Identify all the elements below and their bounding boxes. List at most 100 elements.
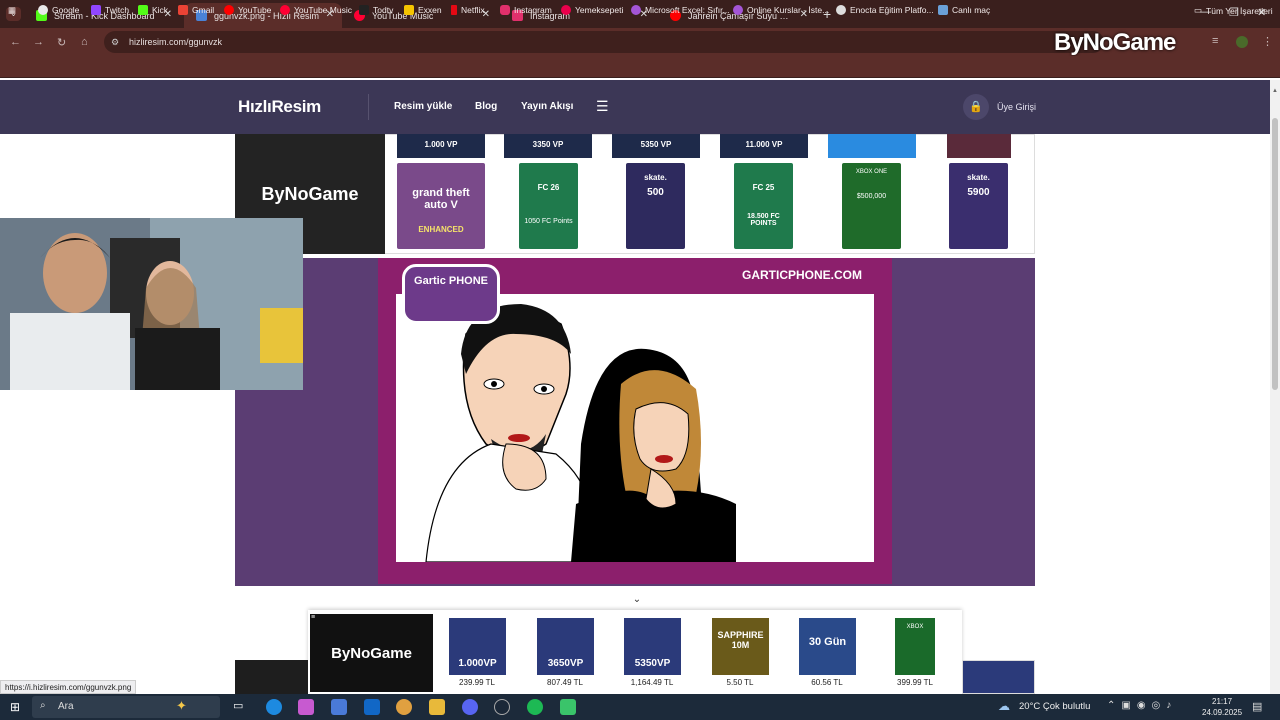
lock-icon[interactable]: 🔒: [963, 94, 989, 120]
gartic-watermark: GARTICPHONE.COM: [742, 268, 862, 282]
gmail-icon: [178, 5, 188, 15]
file-explorer-icon[interactable]: [429, 699, 445, 715]
bookmark-enocta[interactable]: Enocta Eğitim Platfo...: [836, 5, 934, 15]
bookmark-yemeksepeti[interactable]: Yemeksepeti: [561, 5, 623, 15]
store-icon[interactable]: [331, 699, 347, 715]
header-divider: [368, 94, 369, 120]
collapse-ad-icon[interactable]: ⌄: [622, 594, 652, 610]
nav-upload[interactable]: Resim yükle: [394, 101, 452, 112]
chrome-icon[interactable]: [396, 699, 412, 715]
bookmark-kick[interactable]: Kick: [138, 5, 168, 15]
copilot-sparkle-icon[interactable]: ✦: [176, 698, 187, 714]
ad-menu-icon[interactable]: ≡: [311, 614, 315, 621]
ad-card-vp-1[interactable]: 1.000 VP: [397, 134, 485, 158]
ad-card-dark[interactable]: [947, 134, 1011, 158]
ad-card-vp-2[interactable]: 3350 VP: [504, 134, 592, 158]
menu-icon[interactable]: ⋮: [1262, 35, 1273, 48]
bookmark-netflix[interactable]: Netflix: [451, 5, 485, 15]
bookmark-gmail[interactable]: Gmail: [178, 5, 214, 15]
task-view-icon[interactable]: ▭: [233, 699, 249, 715]
kick-icon: [138, 5, 148, 15]
clock[interactable]: 21:17 24.09.2025: [1202, 696, 1242, 718]
folder-icon: ▭: [1194, 5, 1203, 15]
ad-card-xbox[interactable]: XBOX ONE $500,000: [842, 163, 901, 249]
nav-feed[interactable]: Yayın Akışı: [521, 101, 573, 112]
address-text[interactable]: hizliresim.com/ggunvzk: [129, 37, 222, 47]
scrollbar-thumb[interactable]: [1272, 118, 1278, 390]
nav-blog[interactable]: Blog: [475, 101, 497, 112]
site-info-icon[interactable]: ⚙: [111, 37, 119, 48]
stream-brand-overlay: ByNoGame: [1054, 29, 1176, 56]
ad-item-price: 807.49 TL: [547, 678, 583, 687]
all-bookmarks[interactable]: ▭ Tüm Yer İşaretleri: [1194, 5, 1273, 16]
ad-item-card[interactable]: 5350VP: [624, 618, 681, 675]
taskbar-search[interactable]: Ara: [32, 696, 220, 718]
bookmarks-bar: [0, 56, 1280, 78]
webcam-overlay: [0, 218, 303, 390]
ad-card-vp-3[interactable]: 5350 VP: [612, 134, 700, 158]
forward-icon[interactable]: →: [33, 36, 44, 48]
bookmark-online-courses[interactable]: Online Kurslar - İste...: [733, 5, 829, 15]
google-icon: [38, 5, 48, 15]
ad-item-card[interactable]: 3650VP: [537, 618, 594, 675]
apps-icon[interactable]: ▦: [8, 5, 16, 16]
ad-item-card[interactable]: 1.000VP: [449, 618, 506, 675]
bookmark-youtube[interactable]: YouTube: [224, 5, 271, 15]
exxen-icon: [404, 5, 414, 15]
ad-card-fc25[interactable]: FC 25 18.500 FC POINTS: [734, 163, 793, 249]
spotify-icon[interactable]: [527, 699, 543, 715]
address-bar[interactable]: [104, 31, 1104, 53]
ad-bottom-brand[interactable]: ByNoGame: [310, 614, 433, 692]
canli-mac-icon: [938, 5, 948, 15]
playlist-icon[interactable]: ≡: [1212, 35, 1218, 47]
ad-item-price: 5.50 TL: [726, 678, 754, 687]
edge-icon[interactable]: [266, 699, 282, 715]
reload-icon[interactable]: ↻: [57, 36, 66, 49]
status-bar-url: https://i.hizliresim.com/ggunvzk.png: [0, 680, 137, 694]
bookmark-instagram[interactable]: Instagram: [500, 5, 552, 15]
twitch-icon: [91, 5, 101, 15]
bookmark-youtube-music[interactable]: YouTube Music: [280, 5, 352, 15]
tray-icons[interactable]: ⌃▣◉◎♪: [1107, 700, 1177, 711]
yemeksepeti-icon: [561, 5, 571, 15]
bookmark-exxen[interactable]: Exxen: [404, 5, 442, 15]
weather-text[interactable]: 20°C Çok bulutlu: [1019, 701, 1090, 712]
discord-icon[interactable]: [462, 699, 478, 715]
outlook-icon[interactable]: [364, 699, 380, 715]
steam-icon[interactable]: [494, 699, 510, 715]
scroll-up-icon[interactable]: ▲: [1272, 88, 1278, 94]
weather-icon[interactable]: ☁: [998, 699, 1010, 713]
ad-card-vp-4[interactable]: 11.000 VP: [720, 134, 808, 158]
gartic-phone-logo: Gartic PHONE: [402, 264, 500, 324]
bookmark-todtv[interactable]: Todtv: [359, 5, 393, 15]
ad-item-price: 60.56 TL: [811, 678, 843, 687]
copilot-icon[interactable]: [298, 699, 314, 715]
ad-item-card[interactable]: 30 Gün: [799, 618, 856, 675]
bookmark-google[interactable]: Google: [38, 5, 79, 15]
hamburger-menu-icon[interactable]: ☰: [596, 98, 609, 115]
ad-item-price: 399.99 TL: [897, 678, 933, 687]
ad-item-price: 1,164.49 TL: [630, 678, 674, 687]
site-logo[interactable]: HızlıResim: [238, 97, 321, 117]
drawing-canvas: [396, 294, 874, 563]
home-icon[interactable]: ⌂: [81, 36, 88, 48]
ad-card-gta[interactable]: grand theft auto V ENHANCED: [397, 163, 485, 249]
globe-icon: [836, 5, 846, 15]
ad-item-card[interactable]: XBOX: [895, 618, 935, 675]
bookmark-excel-course[interactable]: Microsoft Excel: Sıfır...: [631, 5, 730, 15]
bookmark-twitch[interactable]: Twitch: [91, 5, 129, 15]
windows-start-icon[interactable]: ⊞: [10, 700, 20, 714]
bookmark-canli-mac[interactable]: Canlı maç: [938, 5, 990, 15]
notifications-icon[interactable]: ▤: [1252, 700, 1262, 713]
ad-card-blue[interactable]: [828, 134, 916, 158]
back-icon[interactable]: ←: [10, 36, 21, 48]
ad-card-skate-5900[interactable]: skate. 5900: [949, 163, 1008, 249]
profile-avatar[interactable]: [1236, 36, 1248, 48]
login-link[interactable]: Üye Girişi: [997, 102, 1036, 112]
webcam-image: [0, 218, 303, 390]
ad-side-block: [962, 660, 1035, 694]
ad-card-fc26[interactable]: FC 26 1050 FC Points: [519, 163, 578, 249]
app-icon[interactable]: [560, 699, 576, 715]
ad-card-skate-500[interactable]: skate. 500: [626, 163, 685, 249]
ad-item-card[interactable]: SAPPHIRE 10M: [712, 618, 769, 675]
